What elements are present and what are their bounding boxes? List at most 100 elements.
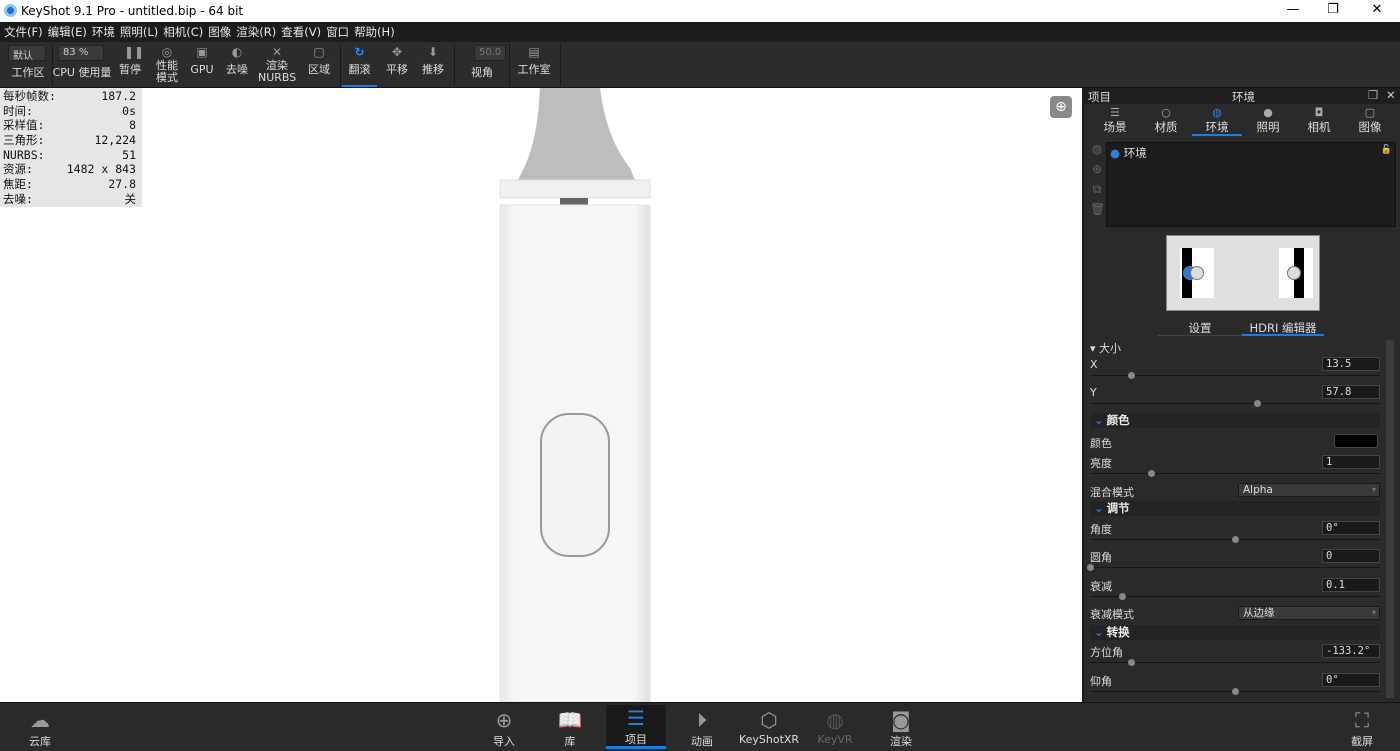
undock-icon[interactable]: ❐ [1368,88,1378,102]
slider-knob[interactable] [1127,659,1135,666]
stat-value: 关 [124,191,137,206]
adjust-section-header[interactable]: ⌄ 调节 [1090,501,1380,516]
elevation-slider[interactable] [1090,688,1380,695]
cloud-library-button[interactable]: ☁ 云库 [10,707,70,749]
delete-icon[interactable]: 🗑 [1090,202,1105,216]
roundness-input[interactable]: 0 [1322,549,1380,563]
animation-button[interactable]: ⏵ 动画 [672,707,732,749]
nurbs-icon: ✕ [271,45,283,59]
slider-knob[interactable] [1127,372,1135,379]
tumble-button[interactable]: ↻ 翻滚 [342,42,377,87]
lock-icon[interactable]: 🔓 [1381,145,1392,155]
menu-view[interactable]: 查看(V) [281,24,321,40]
menu-lighting[interactable]: 照明(L) [120,24,158,40]
light-pin[interactable] [1287,266,1301,280]
tab-image[interactable]: ▢ 图像 [1345,106,1395,136]
environment-globe-icon[interactable]: ⊕ [1050,96,1072,118]
light-pin[interactable] [1190,266,1204,280]
screenshot-button[interactable]: ⛶ 截屏 [1332,707,1392,749]
menu-render[interactable]: 渲染(R) [236,24,276,40]
stat-value: 51 [122,147,136,162]
subtab-settings[interactable]: 设置 [1158,320,1242,336]
falloff-slider[interactable] [1090,593,1380,600]
minimize-button[interactable]: — [1278,2,1308,20]
roundness-slider[interactable] [1087,564,1380,571]
menu-edit[interactable]: 编辑(E) [48,24,87,40]
close-panel-icon[interactable]: ✕ [1386,88,1396,102]
tab-environment[interactable]: ◍ 环境 [1192,106,1242,136]
falloff-input[interactable]: 0.1 [1322,578,1380,592]
menu-environment[interactable]: 环境 [92,24,115,40]
pause-button[interactable]: ❚❚ 暂停 [114,42,146,87]
menu-camera[interactable]: 相机(C) [163,24,203,40]
region-button[interactable]: ▢ 区域 [302,42,336,87]
x-input[interactable]: 13.5 [1322,357,1380,371]
environment-duplicate-icon[interactable]: ⧉ [1090,182,1104,196]
material-icon: ○ [1161,106,1171,119]
slider-knob[interactable] [1147,470,1155,477]
angle-input[interactable]: 0° [1322,521,1380,535]
brightness-slider[interactable] [1090,470,1380,477]
azimuth-input[interactable]: -133.2° [1322,644,1380,658]
x-slider[interactable] [1090,372,1380,379]
denoise-button[interactable]: ◐ 去噪 [221,42,253,87]
tab-camera[interactable]: ◘ 相机 [1294,106,1344,136]
stat-label: 资源: [3,162,33,177]
angle-slider[interactable] [1090,536,1380,543]
performance-mode-button[interactable]: ◎ 性能 模式 [150,42,184,87]
tab-lighting[interactable]: ● 照明 [1243,106,1293,136]
tab-material[interactable]: ○ 材质 [1141,106,1191,136]
gpu-button[interactable]: ▣ GPU [187,42,217,87]
falloff-mode-select[interactable]: 从边缘 [1238,606,1380,620]
menu-file[interactable]: 文件(F) [4,24,43,40]
slider-knob[interactable] [1232,688,1239,695]
stat-row: NURBS: 51 [3,148,136,163]
library-button[interactable]: 📖 库 [540,707,600,749]
slider-knob[interactable] [1087,564,1094,571]
dolly-button[interactable]: ⬇ 推移 [416,42,450,87]
blend-mode-select[interactable]: Alpha [1238,483,1380,497]
import-button[interactable]: ⊕ 导入 [474,707,534,749]
keyvr-button[interactable]: ◍ KeyVR [805,707,865,746]
elevation-input[interactable]: 0° [1322,673,1380,687]
stat-value: 27.8 [108,177,136,192]
size-header[interactable]: ▾ 大小 [1090,340,1121,356]
color-section-header[interactable]: ⌄ 颜色 [1090,413,1380,428]
environment-new-icon[interactable]: ⊕ [1090,162,1104,176]
menu-help[interactable]: 帮助(H) [354,24,395,40]
color-swatch[interactable] [1334,434,1378,448]
hdri-preview[interactable] [1166,235,1320,311]
slider-knob[interactable] [1118,593,1126,600]
bulb-icon: ● [1263,106,1273,119]
render-viewport[interactable]: 每秒帧数: 187.2 时间: 0s 采样值: 8 三角形: 12,224 NURBS:… [0,88,1082,702]
stat-label: 焦距: [3,177,33,192]
menu-window[interactable]: 窗口 [326,24,349,40]
menu-image[interactable]: 图像 [208,24,231,40]
slider-knob[interactable] [1232,536,1239,543]
y-input[interactable]: 57.8 [1322,385,1380,399]
close-button[interactable]: ✕ [1362,2,1392,20]
brightness-input[interactable]: 1 [1322,455,1380,469]
stat-label: 采样值: [3,118,45,133]
environment-add-icon[interactable]: ◍ [1090,142,1104,156]
panel-scrollbar[interactable] [1386,340,1394,700]
keyshotxr-button[interactable]: ⬡ KeyShotXR [734,707,804,746]
pan-button[interactable]: ✥ 平移 [380,42,414,87]
globe-icon: ● [1110,146,1121,160]
render-button[interactable]: ◙ 渲染 [871,707,931,749]
transform-section-header[interactable]: ⌄ 转换 [1090,625,1380,640]
pause-icon: ❚❚ [124,45,145,59]
maximize-button[interactable]: ❐ [1318,2,1348,20]
studio-button[interactable]: ▤ 工作室 [512,42,556,87]
environment-list-item[interactable]: ● 环境 [1110,145,1147,161]
subtab-hdri-editor[interactable]: HDRI 编辑器 [1242,320,1324,336]
stat-row: 每秒帧数: 187.2 [3,89,136,104]
scrollbar-thumb[interactable] [1386,340,1394,698]
y-slider[interactable] [1090,400,1380,407]
tab-scene[interactable]: ☰ 场景 [1090,106,1140,136]
render-nurbs-button[interactable]: ✕ 渲染 NURBS [258,42,296,87]
azimuth-slider[interactable] [1090,659,1380,666]
slider-knob[interactable] [1253,400,1261,407]
project-button[interactable]: ☰ 项目 [606,705,666,749]
stat-row: 去噪: 关 [3,192,136,207]
